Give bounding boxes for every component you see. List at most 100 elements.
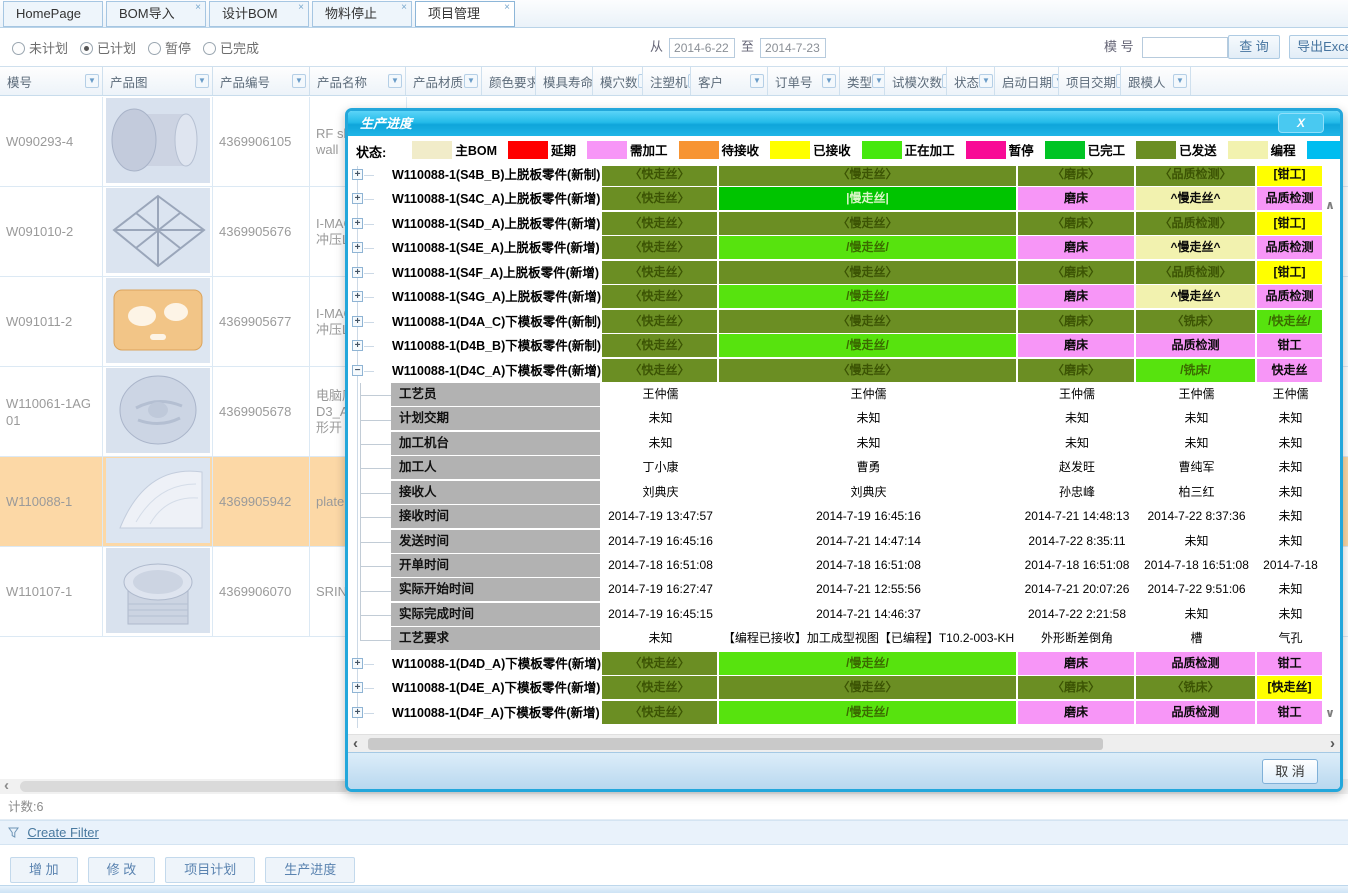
project-plan-button[interactable]: 项目计划: [165, 857, 255, 883]
detail-label: 工艺要求: [391, 627, 602, 650]
radio-未计划[interactable]: 未计划: [12, 38, 68, 57]
radio-已计划[interactable]: 已计划: [80, 38, 136, 57]
expand-icon[interactable]: +: [352, 169, 363, 180]
process-cell: /慢走丝/: [719, 236, 1018, 259]
scroll-right-icon[interactable]: ›: [1330, 736, 1335, 752]
detail-value: 未知: [1257, 481, 1324, 504]
tree-row[interactable]: +W110088-1(D4E_A)下模板零件(新增)〈快走丝〉〈慢走丝〉〈磨床〉…: [348, 676, 1340, 700]
tree-row[interactable]: +W110088-1(S4B_B)上脱板零件(新制)〈快走丝〉〈慢走丝〉〈磨床〉…: [348, 166, 1340, 187]
legend-swatch: [862, 141, 902, 159]
column-header-跟模人: 跟模人▼: [1121, 67, 1191, 95]
tree-row[interactable]: +W110088-1(S4G_A)上脱板零件(新增)〈快走丝〉/慢走丝/磨床^慢…: [348, 285, 1340, 309]
mold-no-cell: W110061-1AG01: [0, 367, 103, 456]
dialog-vertical-scrollbar[interactable]: ∧ ∨: [1323, 198, 1337, 720]
tree-row[interactable]: −W110088-1(D4C_A)下模板零件(新增)〈快走丝〉〈慢走丝〉〈磨床〉…: [348, 359, 1340, 383]
mold-no-input[interactable]: [1142, 37, 1228, 58]
production-progress-button[interactable]: 生产进度: [265, 857, 355, 883]
process-cell: 品质检测: [1257, 187, 1324, 210]
expand-icon[interactable]: +: [352, 658, 363, 669]
export-excel-button[interactable]: 导出Excel: [1289, 35, 1348, 59]
column-header-客户: 客户▼: [691, 67, 768, 95]
tab-close-icon[interactable]: ×: [298, 3, 304, 13]
detail-value: 2014-7-21 20:07:26: [1018, 578, 1136, 601]
filter-dropdown-icon[interactable]: ▼: [750, 74, 764, 88]
scroll-left-icon[interactable]: ‹: [4, 779, 9, 793]
detail-label: 加工人: [391, 456, 602, 479]
tree-row[interactable]: +W110088-1(S4E_A)上脱板零件(新增)〈快走丝〉/慢走丝/磨床^慢…: [348, 236, 1340, 260]
collapse-icon[interactable]: −: [352, 365, 363, 376]
dialog-horizontal-scrollbar[interactable]: ‹ ›: [348, 734, 1340, 752]
tree-gutter: +: [348, 334, 392, 358]
modify-button[interactable]: 修 改: [88, 857, 156, 883]
tab-HomePage[interactable]: HomePage: [3, 1, 103, 27]
radio-暂停[interactable]: 暂停: [148, 38, 191, 57]
filter-dropdown-icon[interactable]: ▼: [1173, 74, 1187, 88]
tree-row[interactable]: +W110088-1(D4D_A)下模板零件(新增)〈快走丝〉/慢走丝/磨床品质…: [348, 652, 1340, 676]
filter-dropdown-icon[interactable]: ▼: [1052, 74, 1059, 88]
expand-icon[interactable]: +: [352, 340, 363, 351]
tab-close-icon[interactable]: ×: [401, 3, 407, 13]
filter-dropdown-icon[interactable]: ▼: [292, 74, 306, 88]
close-icon[interactable]: X: [1278, 113, 1324, 133]
query-button[interactable]: 查 询: [1228, 35, 1280, 59]
scrollbar-thumb[interactable]: [20, 781, 350, 792]
tab-设计BOM[interactable]: 设计BOM×: [209, 1, 309, 27]
detail-value: 2014-7-21 14:47:14: [719, 530, 1018, 553]
detail-value: 刘典庆: [719, 481, 1018, 504]
scroll-up-icon[interactable]: ∧: [1323, 198, 1337, 212]
filter-dropdown-icon[interactable]: ▼: [979, 74, 993, 88]
expand-icon[interactable]: +: [352, 218, 363, 229]
dialog-titlebar[interactable]: 生产进度 X: [348, 111, 1340, 136]
to-date-input[interactable]: [760, 38, 826, 58]
tree-row[interactable]: +W110088-1(S4F_A)上脱板零件(新增)〈快走丝〉〈慢走丝〉〈磨床〉…: [348, 261, 1340, 285]
detail-connector: [348, 603, 391, 627]
tree-row[interactable]: +W110088-1(D4F_A)下模板零件(新增)〈快走丝〉/慢走丝/磨床品质…: [348, 701, 1340, 725]
scroll-left-icon[interactable]: ‹: [353, 736, 358, 752]
from-date-input[interactable]: [669, 38, 735, 58]
expand-icon[interactable]: +: [352, 707, 363, 718]
tree-row[interactable]: +W110088-1(D4A_C)下模板零件(新制)〈快走丝〉〈慢走丝〉〈磨床〉…: [348, 310, 1340, 334]
legend-label: 正在加工: [905, 140, 955, 159]
expand-icon[interactable]: +: [352, 682, 363, 693]
process-cell: 快走丝: [1257, 359, 1324, 382]
tab-close-icon[interactable]: ×: [504, 3, 510, 13]
expand-icon[interactable]: +: [352, 193, 363, 204]
scrollbar-thumb[interactable]: [368, 738, 1103, 750]
column-header-产品图: 产品图▼: [103, 67, 213, 95]
tree-row-label: W110088-1(D4D_A)下模板零件(新增): [392, 652, 602, 676]
scroll-down-icon[interactable]: ∨: [1323, 706, 1337, 720]
legend-items: 主BOM延期需加工待接收已接收正在加工暂停已完工已发送编程委外加工: [412, 140, 1343, 162]
tab-BOM导入[interactable]: BOM导入 ×: [106, 1, 206, 27]
cancel-button[interactable]: 取 消: [1262, 759, 1318, 784]
expand-icon[interactable]: +: [352, 316, 363, 327]
detail-connector: [348, 481, 391, 505]
filter-dropdown-icon[interactable]: ▼: [464, 74, 478, 88]
detail-connector: [348, 530, 391, 554]
filter-dropdown-icon[interactable]: ▼: [822, 74, 836, 88]
mold-no-cell: W091011-2: [0, 277, 103, 366]
column-header-label: 产品材质: [413, 72, 463, 91]
expand-icon[interactable]: +: [352, 242, 363, 253]
tree-row-label: W110088-1(S4G_A)上脱板零件(新增): [392, 285, 602, 309]
filter-dropdown-icon[interactable]: ▼: [85, 74, 99, 88]
expand-icon[interactable]: +: [352, 267, 363, 278]
tab-close-icon[interactable]: ×: [195, 3, 201, 13]
filter-dropdown-icon[interactable]: ▼: [388, 74, 402, 88]
detail-value: 2014-7-22 2:21:58: [1018, 603, 1136, 626]
radio-已完成[interactable]: 已完成: [203, 38, 259, 57]
expand-icon[interactable]: +: [352, 291, 363, 302]
create-filter-link[interactable]: Create Filter: [27, 825, 99, 840]
tree-row[interactable]: +W110088-1(S4D_A)上脱板零件(新增)〈快走丝〉〈慢走丝〉〈磨床〉…: [348, 212, 1340, 236]
tree-row[interactable]: +W110088-1(D4B_B)下模板零件(新制)〈快走丝〉/慢走丝/磨床品质…: [348, 334, 1340, 358]
tab-项目管理[interactable]: 项目管理×: [415, 1, 515, 27]
filter-dropdown-icon[interactable]: ▼: [872, 74, 885, 88]
tab-label: BOM导入: [119, 6, 175, 21]
tree-row[interactable]: +W110088-1(S4C_A)上脱板零件(新增)〈快走丝〉|慢走丝|磨床^慢…: [348, 187, 1340, 211]
detail-value: 2014-7-18 16:51:08: [1136, 554, 1257, 577]
legend-label: 已接收: [813, 140, 851, 159]
tab-物料停止[interactable]: 物料停止×: [312, 1, 412, 27]
add-button[interactable]: 增 加: [10, 857, 78, 883]
product-image-cell: [103, 277, 213, 366]
process-cell: 〈慢走丝〉: [719, 676, 1018, 699]
filter-dropdown-icon[interactable]: ▼: [195, 74, 209, 88]
